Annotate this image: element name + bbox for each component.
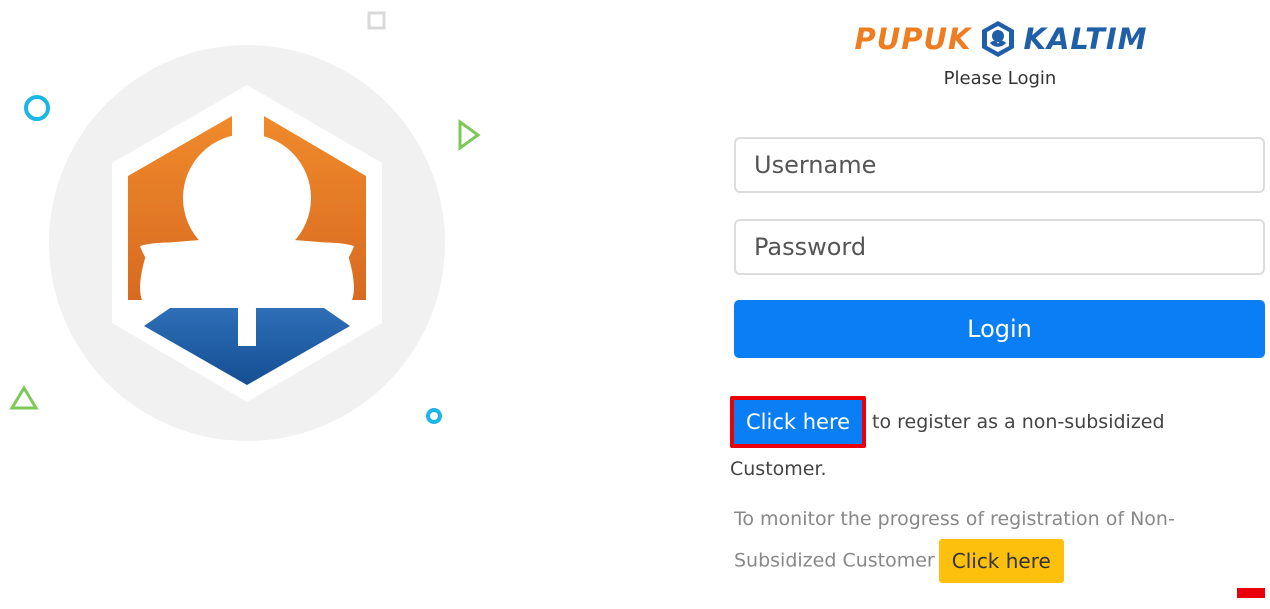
monitor-button[interactable]: Click here — [938, 539, 1064, 583]
hero-logo-graphic — [9, 11, 481, 441]
brand-logo: PUPUK KALTIM — [851, 16, 1151, 62]
deco-square — [367, 11, 386, 30]
deco-circle-left — [24, 95, 50, 121]
corner-marker — [1237, 588, 1265, 598]
brand-word-left: PUPUK — [854, 22, 972, 56]
register-notice: Click here to register as a non-subsidize… — [730, 396, 1266, 490]
register-button[interactable]: Click here — [730, 396, 867, 448]
deco-triangle-right — [458, 119, 481, 151]
password-input[interactable] — [734, 219, 1265, 275]
brand-emblem-icon — [981, 21, 1014, 57]
brand-word-right: KALTIM — [1023, 22, 1148, 56]
username-input[interactable] — [734, 137, 1265, 193]
monitor-notice: To monitor the progress of registration … — [734, 500, 1266, 583]
login-panel: PUPUK KALTIM Please Login Login Click he… — [730, 0, 1266, 609]
login-button[interactable]: Login — [734, 300, 1265, 358]
deco-circle-small — [426, 408, 442, 424]
login-subtitle: Please Login — [943, 68, 1057, 89]
deco-triangle-left — [9, 385, 39, 410]
logo-bulb — [183, 134, 311, 262]
hero-illustration — [0, 0, 560, 609]
